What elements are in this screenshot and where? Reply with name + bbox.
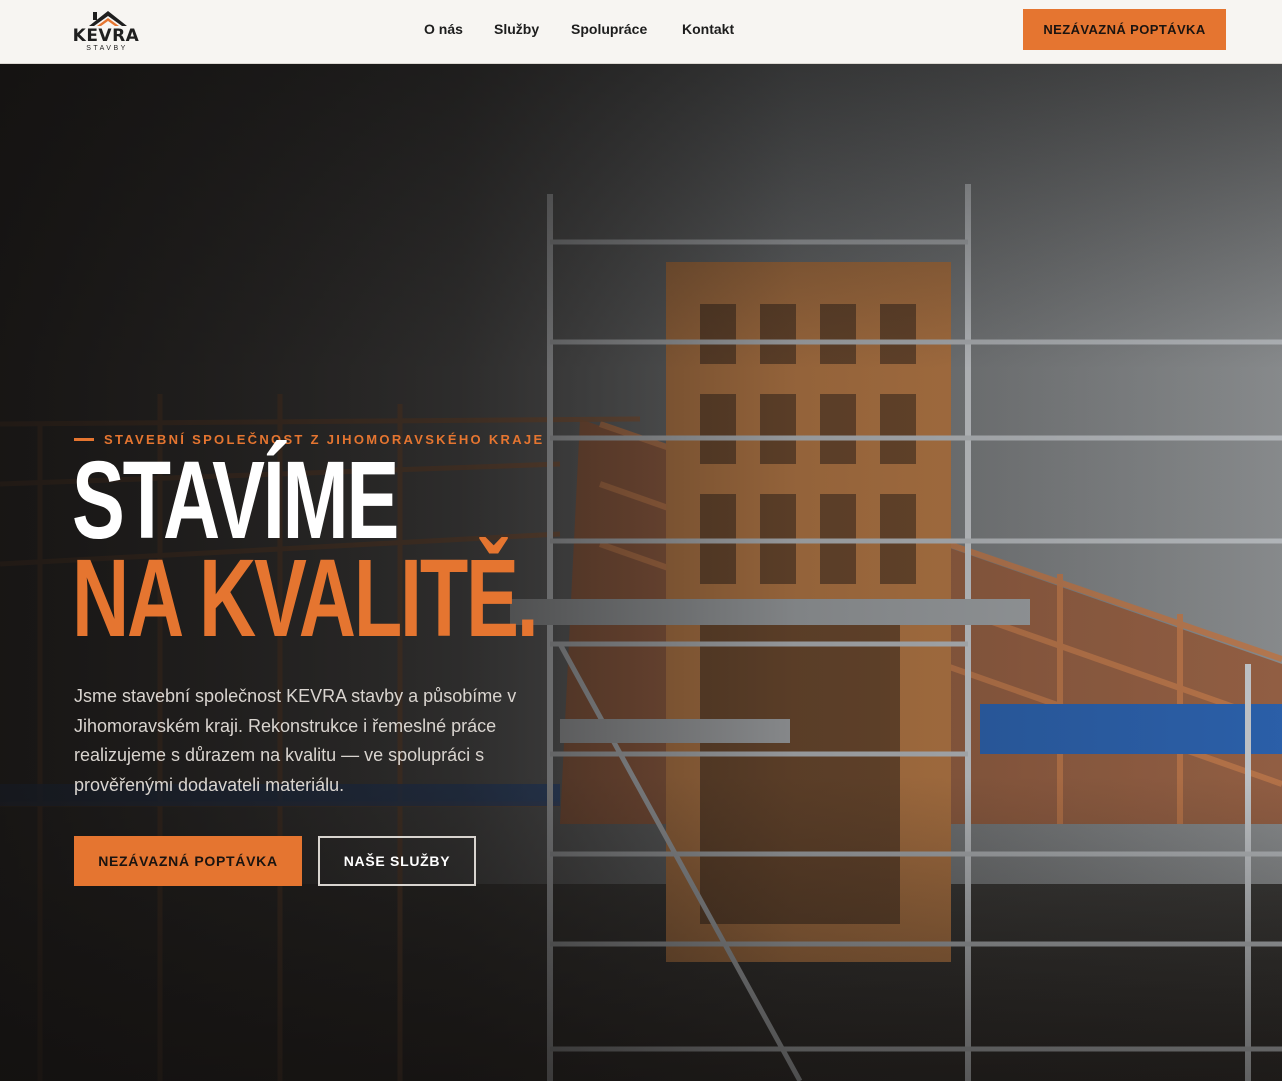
nav-item-sluzby[interactable]: Služby [494, 21, 539, 37]
hero-section: STAVEBNÍ SPOLEČNOST Z JIHOMORAVSKÉHO KRA… [0, 64, 1282, 1081]
hero-intro-text: Jsme stavební společnost KEVRA stavby a … [74, 686, 517, 795]
nav-item-spoluprace[interactable]: Spolupráce [571, 21, 647, 37]
brand-subtitle: STAVBY [86, 45, 128, 52]
hero-headline: STAVÍME NA KVALITĚ. [72, 439, 576, 660]
site-header: KEVRA STAVBY O nás Služby Spolupráce Kon… [0, 0, 1282, 64]
header-inquiry-button[interactable]: NEZÁVAZNÁ POPTÁVKA [1023, 9, 1226, 50]
headline-line-2: NA KVALITĚ. [72, 537, 539, 660]
headline-line-1: STAVÍME [72, 439, 399, 562]
nav-item-o-nas[interactable]: O nás [424, 21, 463, 37]
roof-house-icon [89, 11, 127, 26]
inquiry-button[interactable]: NEZÁVAZNÁ POPTÁVKA [74, 836, 302, 886]
our-services-button[interactable]: NAŠE SLUŽBY [318, 836, 476, 886]
nav-item-kontakt[interactable]: Kontakt [682, 21, 734, 37]
brand-logo[interactable]: KEVRA STAVBY [72, 6, 142, 56]
brand-name: KEVRA [72, 26, 140, 46]
